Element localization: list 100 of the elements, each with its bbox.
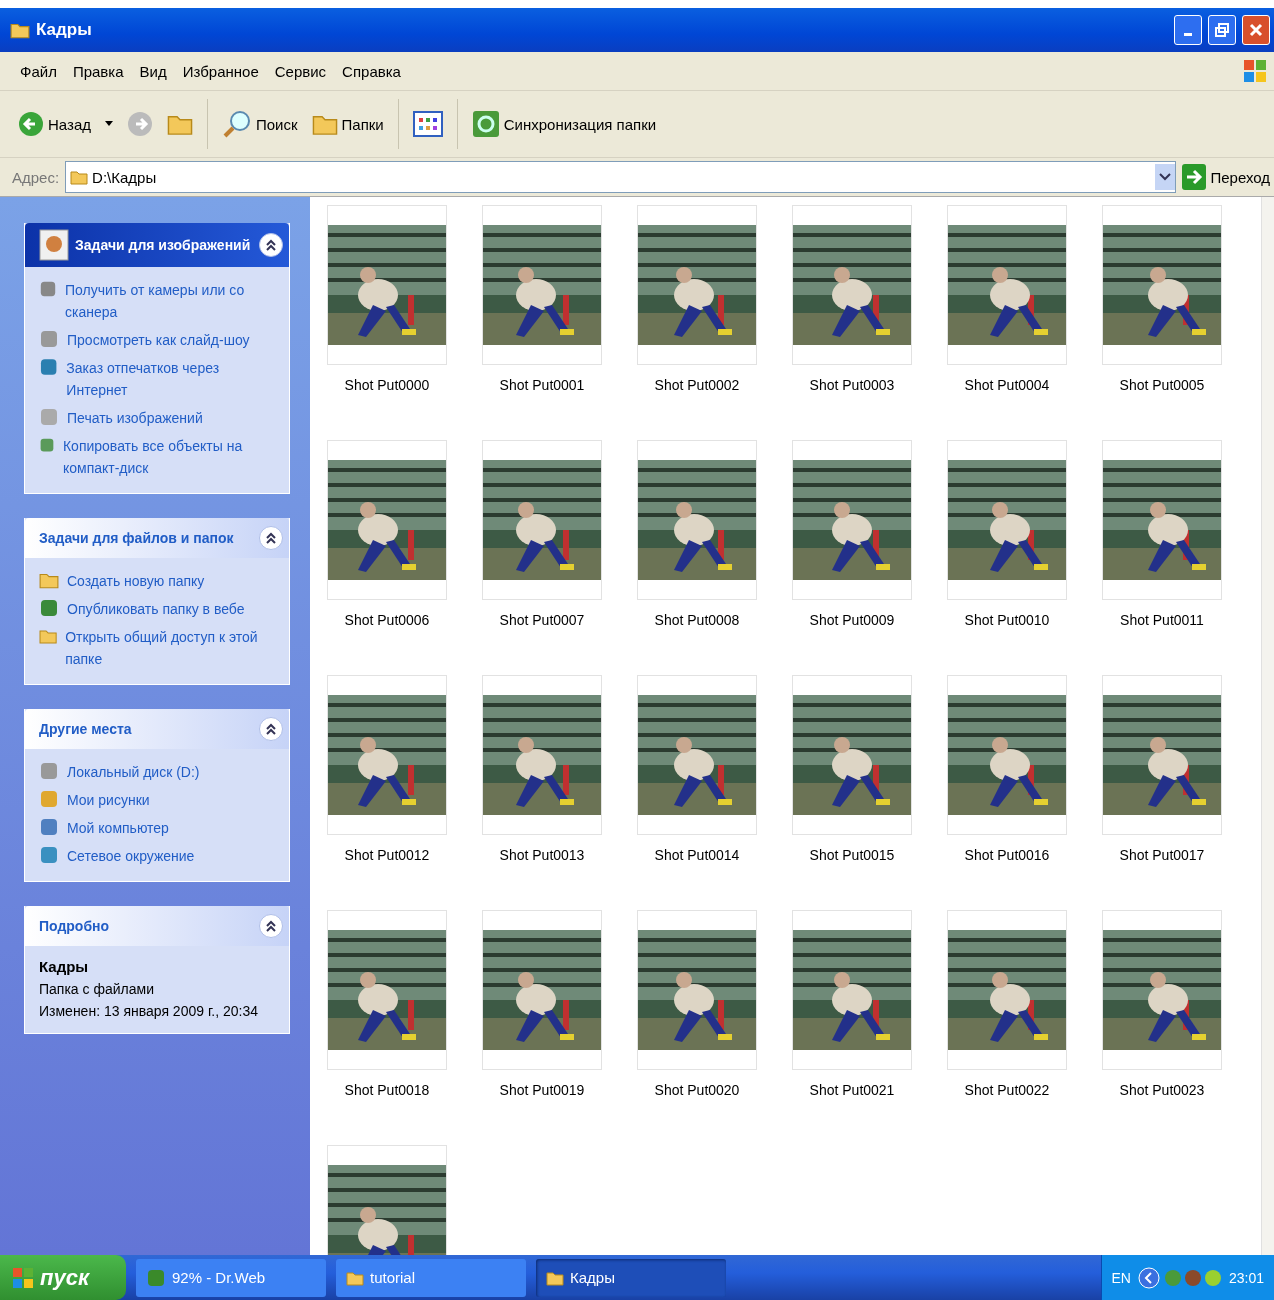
thumbnail[interactable]: [482, 675, 602, 835]
thumbnail[interactable]: [637, 675, 757, 835]
task-link[interactable]: Мой компьютер: [39, 817, 277, 839]
task-link[interactable]: Локальный диск (D:): [39, 761, 277, 783]
caret-icon: [105, 121, 113, 127]
menu-item[interactable]: Файл: [12, 62, 65, 80]
thumbnail[interactable]: [327, 910, 447, 1070]
details-type: Папка с файлами: [39, 981, 155, 997]
task-link[interactable]: Создать новую папку: [39, 570, 277, 592]
task-link[interactable]: Печать изображений: [39, 407, 277, 429]
panel-title: Подробно: [39, 918, 111, 934]
file-name: Shot Put0002: [654, 377, 740, 393]
file-name: Shot Put0006: [344, 612, 430, 628]
dropdown-icon: [1155, 164, 1176, 190]
taskbar-button[interactable]: 92% - Dr.Web: [136, 1258, 326, 1297]
file-name: Shot Put0018: [344, 1082, 430, 1098]
file-name: Shot Put0015: [809, 847, 895, 863]
thumbnail[interactable]: [1102, 675, 1222, 835]
folders-button[interactable]: Папки: [307, 109, 388, 139]
file-name: Shot Put0013: [499, 847, 585, 863]
sync-icon: [471, 110, 500, 138]
thumbnail[interactable]: [1102, 205, 1222, 365]
task-link[interactable]: Мои рисунки: [39, 789, 277, 811]
file-name: Shot Put0016: [964, 847, 1050, 863]
restore-button[interactable]: [1208, 15, 1236, 45]
task-link[interactable]: Открыть общий доступ к этой папке: [39, 626, 277, 670]
chevron-icon: [265, 532, 277, 544]
windows-logo-icon: [12, 1266, 34, 1289]
details-name: Кадры: [39, 958, 90, 975]
thumbnail[interactable]: [947, 910, 1067, 1070]
language-indicator[interactable]: EN: [1111, 1269, 1131, 1286]
collapse-button[interactable]: [259, 717, 283, 741]
close-icon: [1249, 23, 1263, 37]
search-button[interactable]: Поиск: [218, 107, 302, 141]
file-name: Shot Put0014: [654, 847, 740, 863]
details-modified: Изменен: 13 января 2009 г., 20:34: [39, 1003, 259, 1019]
thumbnail[interactable]: [1102, 440, 1222, 600]
taskbar-button[interactable]: Кадры: [536, 1258, 726, 1297]
file-name: Shot Put0011: [1120, 612, 1204, 628]
scrollbar[interactable]: [1261, 197, 1274, 1255]
thumbnail[interactable]: [482, 205, 602, 365]
menu-item[interactable]: Сервис: [266, 62, 335, 80]
close-button[interactable]: [1242, 15, 1270, 45]
clock: 23:01: [1228, 1269, 1264, 1286]
address-field[interactable]: D:\Кадры: [65, 161, 1177, 193]
menu-item[interactable]: Вид: [131, 62, 175, 80]
task-link[interactable]: Сетевое окружение: [39, 845, 277, 867]
thumbnail[interactable]: [637, 910, 757, 1070]
collapse-button[interactable]: [259, 526, 283, 550]
sync-button[interactable]: Синхронизация папки: [467, 108, 661, 140]
panel-title: Другие места: [39, 721, 133, 737]
thumbnail[interactable]: [327, 675, 447, 835]
minimize-button[interactable]: [1174, 15, 1202, 45]
file-name: Shot Put0007: [499, 612, 585, 628]
thumbnail[interactable]: [482, 910, 602, 1070]
search-icon: [222, 109, 252, 139]
panel-title: Задачи для файлов и папок: [39, 530, 235, 546]
window-title: Кадры: [36, 20, 93, 40]
start-button[interactable]: пуск: [0, 1255, 126, 1300]
thumbnail[interactable]: [1102, 910, 1222, 1070]
thumbnail[interactable]: [637, 205, 757, 365]
thumbnail[interactable]: [792, 440, 912, 600]
collapse-button[interactable]: [259, 914, 283, 938]
task-link[interactable]: Заказ отпечатков через Интернет: [39, 357, 277, 401]
file-name: Shot Put0017: [1119, 847, 1205, 863]
views-icon: [412, 111, 443, 137]
back-button[interactable]: Назад: [14, 109, 117, 139]
task-link[interactable]: Опубликовать папку в вебе: [39, 598, 277, 620]
thumbnail[interactable]: [482, 440, 602, 600]
go-button[interactable]: Переход: [1182, 164, 1270, 190]
file-name: Shot Put0021: [809, 1082, 895, 1098]
task-link[interactable]: Копировать все объекты на компакт-диск: [39, 435, 277, 479]
task-link[interactable]: Получить от камеры или со сканера: [39, 279, 277, 323]
thumbnail[interactable]: [637, 440, 757, 600]
thumbnail[interactable]: [947, 440, 1067, 600]
thumbnail[interactable]: [947, 205, 1067, 365]
taskbar-button[interactable]: tutorial: [336, 1258, 526, 1297]
file-name: Shot Put0000: [344, 377, 430, 393]
chevron-icon: [265, 920, 277, 932]
menu-item[interactable]: Правка: [64, 62, 132, 80]
file-name: Shot Put0009: [809, 612, 895, 628]
minimize-icon: [1184, 33, 1192, 36]
collapse-button[interactable]: [259, 233, 283, 257]
file-name: Shot Put0005: [1119, 377, 1205, 393]
menu-item[interactable]: Избранное: [174, 62, 267, 80]
menu-item[interactable]: Справка: [334, 62, 409, 80]
thumbnail[interactable]: [792, 675, 912, 835]
address-label: Адрес:: [12, 168, 60, 186]
file-name: Shot Put0012: [344, 847, 430, 863]
thumbnail[interactable]: [327, 205, 447, 365]
task-link[interactable]: Просмотреть как слайд-шоу: [39, 329, 277, 351]
file-name: Shot Put0001: [499, 377, 585, 393]
file-name: Shot Put0022: [964, 1082, 1050, 1098]
thumbnail[interactable]: [327, 440, 447, 600]
thumbnail[interactable]: [792, 910, 912, 1070]
thumbnail[interactable]: [947, 675, 1067, 835]
thumbnail[interactable]: [792, 205, 912, 365]
file-name: Shot Put0003: [809, 377, 895, 393]
chevron-icon: [265, 723, 277, 735]
file-name: Shot Put0020: [654, 1082, 740, 1098]
